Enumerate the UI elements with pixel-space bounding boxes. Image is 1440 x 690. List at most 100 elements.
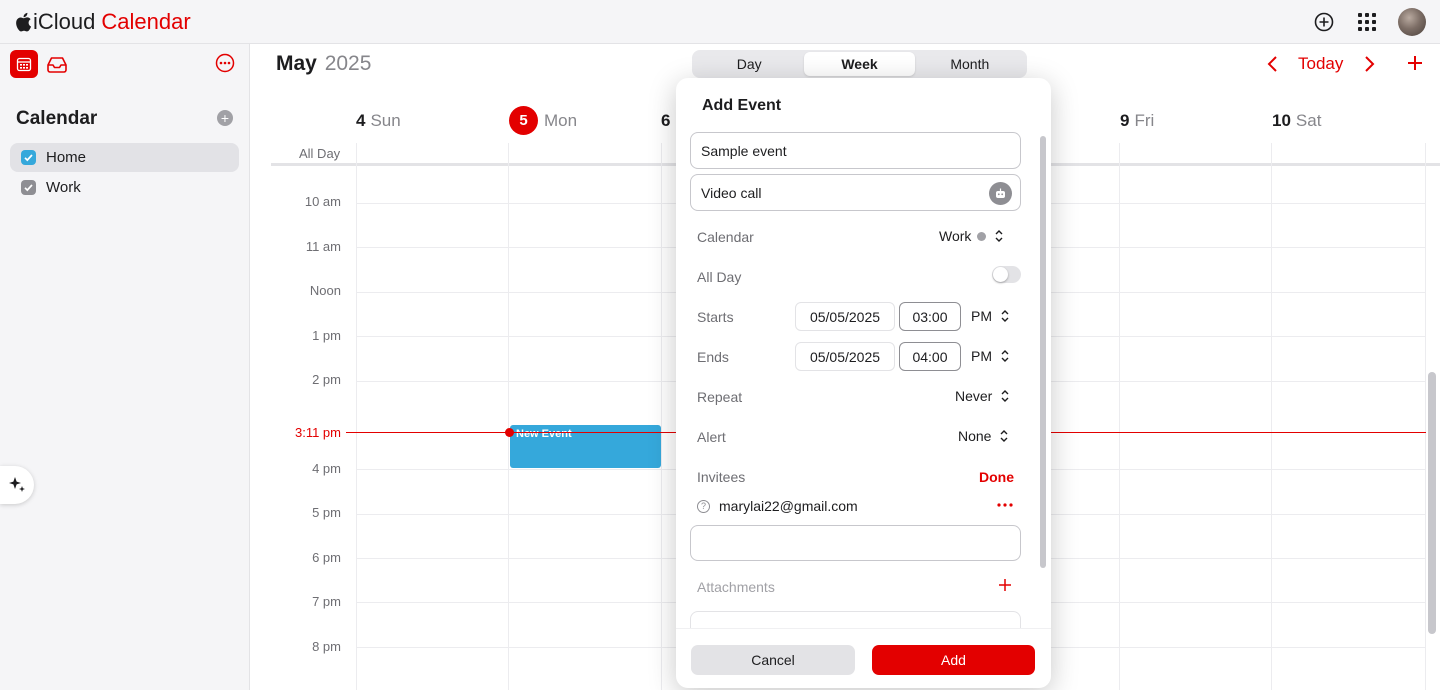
invitees-done-button[interactable]: Done <box>979 469 1014 485</box>
sidebar-title: Calendar <box>16 108 98 129</box>
attachments-label: Attachments <box>697 579 775 595</box>
invitee-input[interactable] <box>701 535 1020 551</box>
event-location-input[interactable] <box>701 184 1020 201</box>
calendar-select[interactable]: Work <box>939 228 1004 244</box>
day-header-today[interactable]: 5 Mon <box>509 106 577 135</box>
column-divider <box>1271 143 1272 690</box>
toggle-knob <box>993 267 1008 282</box>
checkbox-icon[interactable] <box>21 150 36 165</box>
popover-scrollbar[interactable] <box>1040 136 1046 568</box>
calendar-select-value: Work <box>939 228 972 244</box>
repeat-select-value: Never <box>955 388 993 404</box>
start-date-field[interactable]: 05/05/2025 <box>795 302 895 331</box>
end-date-field[interactable]: 05/05/2025 <box>795 342 895 371</box>
hour-label: 5 pm <box>312 505 341 520</box>
column-divider <box>356 143 357 690</box>
month-name: May <box>276 52 317 75</box>
sparkle-icon <box>9 477 25 492</box>
hour-label: 6 pm <box>312 550 341 565</box>
notes-field[interactable] <box>690 611 1021 629</box>
day-header[interactable]: 10 Sat <box>1272 111 1321 131</box>
brand-icloud: iCloud <box>33 9 96 34</box>
plus-icon[interactable] <box>998 578 1012 592</box>
calendar-scrollbar[interactable] <box>1428 372 1436 634</box>
chevron-up-down-icon <box>995 230 1003 242</box>
alert-select[interactable]: None <box>958 428 1009 444</box>
repeat-select[interactable]: Never <box>955 388 1010 404</box>
chevron-up-down-icon <box>1001 310 1009 322</box>
app-brand[interactable]: iCloud Calendar <box>14 9 191 35</box>
event-title-input[interactable] <box>701 142 1020 159</box>
hour-label: 1 pm <box>312 328 341 343</box>
day-header[interactable]: 6 <box>661 111 675 131</box>
day-number: 6 <box>661 111 671 130</box>
day-header[interactable]: 9 Fri <box>1120 111 1154 131</box>
apps-grid-icon[interactable] <box>1353 8 1381 36</box>
start-period-value: PM <box>971 308 992 324</box>
event-title-field[interactable] <box>690 132 1021 169</box>
calendar-label: Home <box>46 149 87 166</box>
invitee-row[interactable]: ? marylai22@gmail.com <box>697 498 858 514</box>
add-button[interactable]: Add <box>872 645 1035 675</box>
plus-icon[interactable] <box>1405 53 1425 73</box>
add-circle-icon[interactable] <box>1310 8 1338 36</box>
cancel-button[interactable]: Cancel <box>691 645 855 675</box>
inbox-icon[interactable] <box>46 54 68 74</box>
add-event-popover: Add Event Calendar Work All Day Starts 0… <box>676 78 1051 688</box>
tab-day[interactable]: Day <box>694 52 804 76</box>
current-time-label: 3:11 pm <box>294 425 341 440</box>
all-day-label: All Day <box>299 146 341 161</box>
add-calendar-button[interactable]: + <box>217 110 233 126</box>
column-divider <box>1425 143 1426 690</box>
year: 2025 <box>324 52 372 75</box>
popover-title: Add Event <box>702 97 782 114</box>
hour-label: 8 pm <box>312 639 341 654</box>
chevron-right-icon[interactable] <box>1360 54 1378 74</box>
invitee-input-field[interactable] <box>690 525 1021 561</box>
all-day-field-label: All Day <box>697 269 742 285</box>
chevron-left-icon[interactable] <box>1264 54 1282 74</box>
chevron-up-down-icon <box>1001 390 1009 402</box>
sidebar-item-work[interactable]: Work <box>10 173 239 202</box>
day-header[interactable]: 4 Sun <box>356 111 401 131</box>
start-time-field[interactable]: 03:00 <box>899 302 961 331</box>
alert-select-value: None <box>958 428 992 444</box>
column-divider <box>1119 143 1120 690</box>
invitee-email: marylai22@gmail.com <box>719 498 858 514</box>
hour-label: 4 pm <box>312 461 341 476</box>
hour-label: 7 pm <box>312 594 341 609</box>
footer-divider <box>676 628 1051 629</box>
more-icon[interactable] <box>215 53 235 73</box>
top-bar: iCloud Calendar <box>0 0 1440 44</box>
all-day-toggle[interactable] <box>992 266 1021 283</box>
brand-app-name: Calendar <box>101 9 191 34</box>
month-title: May 2025 <box>276 52 371 76</box>
column-divider <box>661 143 662 690</box>
more-horizontal-icon[interactable] <box>996 500 1014 510</box>
sidebar-item-home[interactable]: Home <box>10 143 239 172</box>
tab-month[interactable]: Month <box>915 52 1025 76</box>
avatar[interactable] <box>1398 8 1426 36</box>
start-period-select[interactable]: PM <box>971 308 1010 324</box>
tab-week[interactable]: Week <box>804 52 915 76</box>
invitees-label: Invitees <box>697 469 746 485</box>
day-number: 4 <box>356 111 366 130</box>
ends-label: Ends <box>697 349 729 365</box>
end-time-field[interactable]: 04:00 <box>899 342 961 371</box>
calendar-icon[interactable] <box>10 50 38 78</box>
today-button[interactable]: Today <box>1298 54 1343 74</box>
calendar-label: Work <box>46 179 81 196</box>
hour-label: 2 pm <box>312 372 341 387</box>
robot-icon[interactable] <box>989 182 1012 205</box>
sidebar: Calendar + Home Work <box>0 44 250 690</box>
starts-label: Starts <box>697 309 734 325</box>
hour-label: 10 am <box>304 194 341 209</box>
apple-logo-icon <box>16 12 32 32</box>
checkbox-icon[interactable] <box>21 180 36 195</box>
end-period-select[interactable]: PM <box>971 348 1010 364</box>
event-location-field[interactable] <box>690 174 1021 211</box>
alert-label: Alert <box>697 429 726 445</box>
day-number: 9 <box>1120 111 1130 130</box>
current-time-dot <box>505 428 514 437</box>
view-switcher: Day Week Month <box>692 50 1027 78</box>
